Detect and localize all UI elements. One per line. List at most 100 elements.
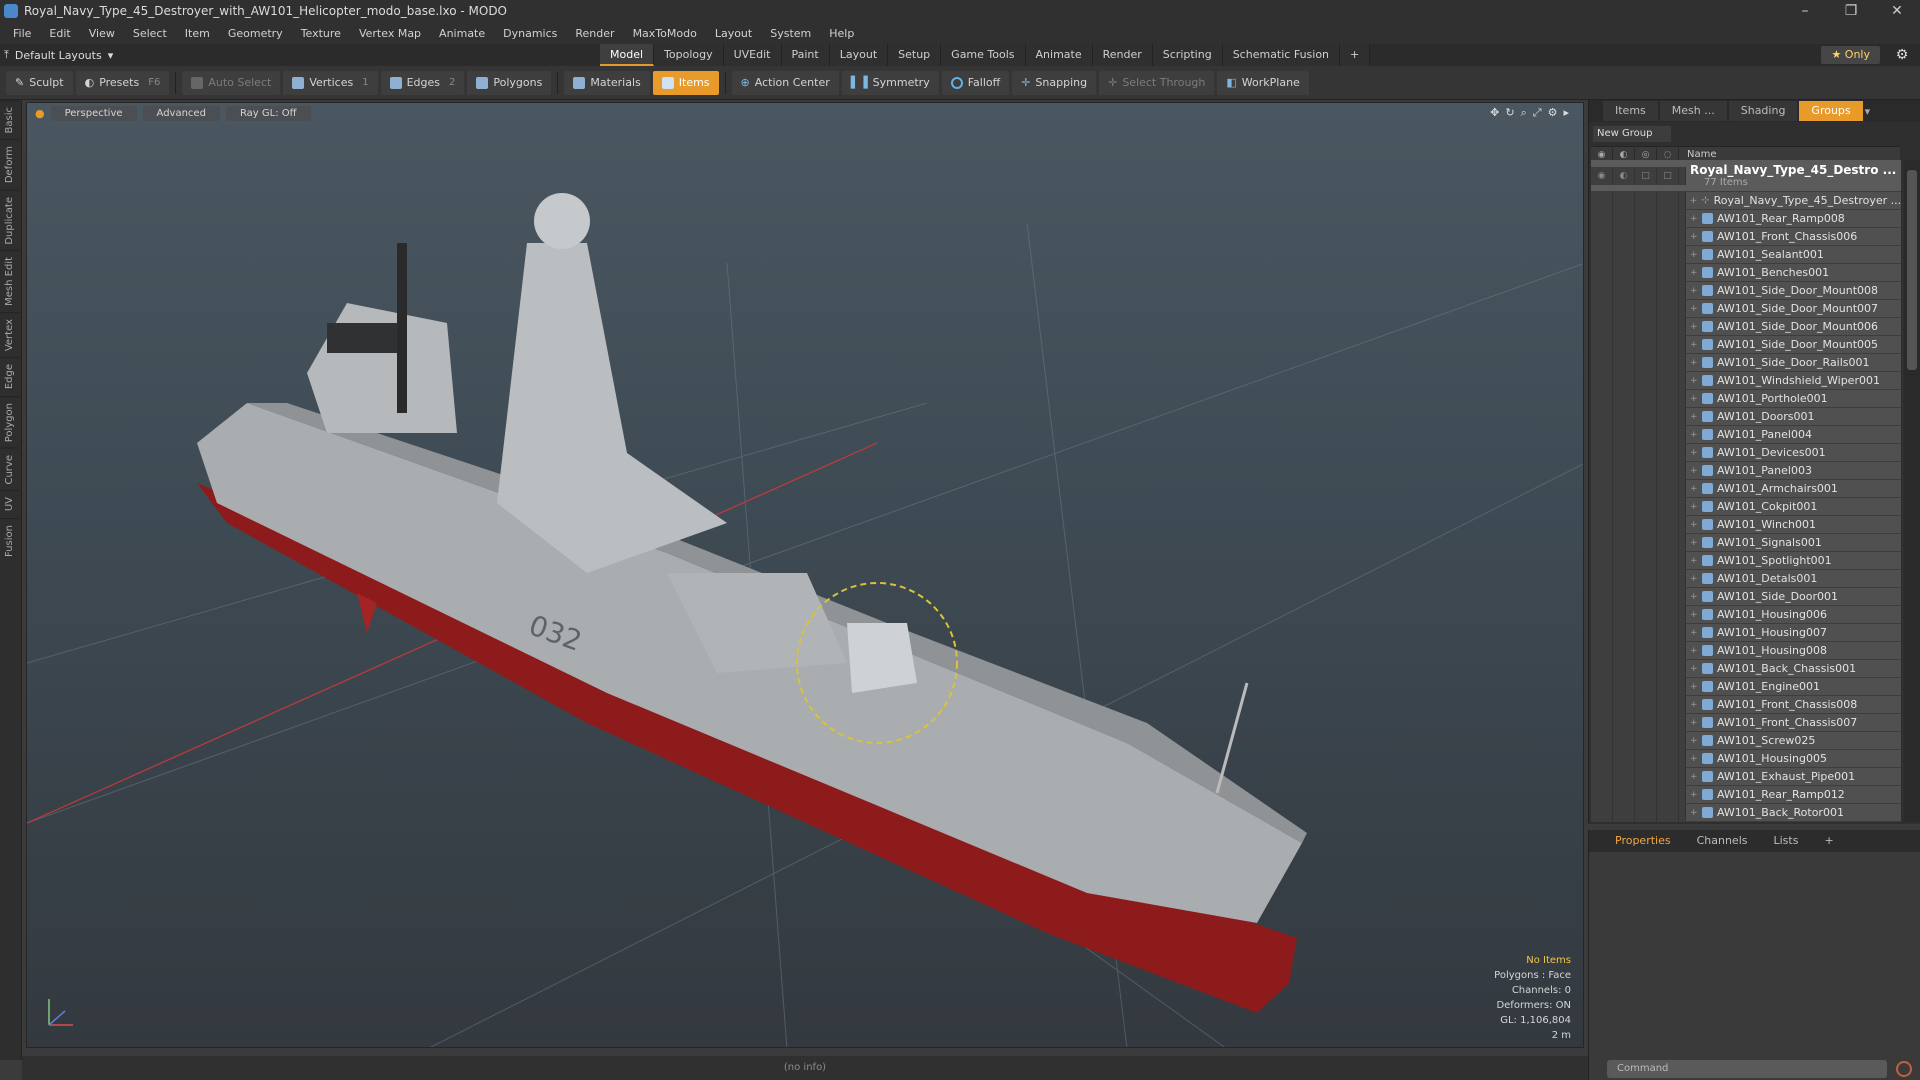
default-layouts-dropdown[interactable]: ⤒ Default Layouts ▾ (0, 48, 600, 62)
expand-icon[interactable]: + (1690, 736, 1698, 746)
list-item[interactable]: + AW101_Panel004 (1591, 425, 1901, 444)
menu-geometry[interactable]: Geometry (219, 27, 292, 40)
only-toggle[interactable]: ★ Only (1821, 46, 1880, 64)
menu-view[interactable]: View (80, 27, 124, 40)
tab-deform[interactable]: Deform (0, 139, 19, 190)
expand-icon[interactable]: + (1690, 502, 1698, 512)
sculpt-button[interactable]: ✎ Sculpt (6, 70, 73, 95)
expand-icon[interactable]: + (1690, 808, 1698, 818)
tab-model[interactable]: Model (600, 44, 655, 66)
expand-icon[interactable]: + (1690, 538, 1698, 548)
gear-icon[interactable]: ⚙ (1892, 46, 1912, 64)
menu-layout[interactable]: Layout (706, 27, 761, 40)
3d-viewport[interactable]: 032 ● Perspective Advanced Ray GL: Off ✥… (26, 102, 1584, 1048)
tab-mesh-edit[interactable]: Mesh Edit (0, 250, 19, 313)
name-column-header[interactable]: Name (1679, 149, 1717, 160)
tab-paint[interactable]: Paint (781, 44, 830, 66)
tab-animate[interactable]: Animate (1025, 44, 1093, 66)
tab-channels[interactable]: Channels (1685, 831, 1760, 851)
list-item[interactable]: + AW101_Front_Chassis008 (1591, 695, 1901, 714)
expand-icon[interactable]: + (1690, 574, 1698, 584)
expand-icon[interactable]: + (1690, 268, 1698, 278)
list-item[interactable]: + AW101_Housing005 (1591, 749, 1901, 768)
expand-icon[interactable]: + (1690, 412, 1698, 422)
tab-topology[interactable]: Topology (654, 44, 724, 66)
expand-icon[interactable]: + (1690, 304, 1698, 314)
items-button[interactable]: Items (652, 70, 719, 95)
new-group-button[interactable]: New Group (1593, 126, 1671, 142)
list-item[interactable]: + AW101_Windshield_Wiper001 (1591, 371, 1901, 390)
expand-icon[interactable]: + (1690, 628, 1698, 638)
expand-icon[interactable]: + (1690, 772, 1698, 782)
tab-vertex[interactable]: Vertex (0, 312, 19, 358)
list-item[interactable]: + AW101_Panel003 (1591, 461, 1901, 480)
list-item[interactable]: + AW101_Front_Chassis007 (1591, 713, 1901, 732)
tab-layout[interactable]: Layout (829, 44, 889, 66)
visibility-icon[interactable]: ◉ (1591, 166, 1613, 185)
list-item[interactable]: + AW101_Side_Door001 (1591, 587, 1901, 606)
workplane-button[interactable]: ◧ WorkPlane (1217, 70, 1309, 95)
list-item[interactable]: + AW101_Exhaust_Pipe001 (1591, 767, 1901, 786)
list-item[interactable]: + AW101_Devices001 (1591, 443, 1901, 462)
tab-groups[interactable]: Groups (1799, 101, 1863, 121)
command-input[interactable]: Command (1607, 1060, 1887, 1078)
tab-polygon[interactable]: Polygon (0, 395, 19, 448)
expand-icon[interactable]: + (1690, 322, 1698, 332)
tab-mesh[interactable]: Mesh ... (1659, 101, 1727, 121)
expand-icon[interactable]: + (1690, 664, 1698, 674)
list-item[interactable]: + AW101_Sealant001 (1591, 245, 1901, 264)
list-item[interactable]: + AW101_Side_Door_Mount006 (1591, 317, 1901, 336)
list-item[interactable]: + AW101_Armchairs001 (1591, 479, 1901, 498)
expand-icon[interactable]: + (1690, 754, 1698, 764)
rotate-view-icon[interactable]: ↻ (1505, 106, 1514, 120)
tab-uv[interactable]: UV (0, 490, 19, 518)
maximize-button[interactable]: ❐ (1828, 0, 1874, 22)
add-tab-button[interactable]: + (1340, 44, 1371, 66)
expand-icon[interactable]: + (1690, 466, 1698, 476)
expand-icon[interactable]: + (1690, 286, 1698, 296)
menu-help[interactable]: Help (820, 27, 863, 40)
list-item[interactable]: + AW101_Cokpit001 (1591, 497, 1901, 516)
expand-icon[interactable]: + (1690, 196, 1698, 206)
tab-properties[interactable]: Properties (1603, 831, 1683, 851)
auto-select-button[interactable]: Auto Select (182, 70, 281, 95)
add-panel-tab-button[interactable]: + (1812, 831, 1845, 851)
list-item[interactable]: + AW101_Side_Door_Mount008 (1591, 281, 1901, 300)
expand-icon[interactable]: + (1690, 682, 1698, 692)
snapping-button[interactable]: ✛ Snapping (1012, 70, 1097, 95)
menu-select[interactable]: Select (124, 27, 176, 40)
minimize-button[interactable]: – (1782, 0, 1828, 22)
select-through-button[interactable]: ✛ Select Through (1099, 70, 1215, 95)
list-item[interactable]: + AW101_Benches001 (1591, 263, 1901, 282)
menu-texture[interactable]: Texture (292, 27, 350, 40)
expand-icon[interactable]: + (1690, 646, 1698, 656)
shading-dropdown[interactable]: Advanced (142, 105, 220, 121)
group-list-scrollbar[interactable] (1904, 160, 1920, 822)
list-item[interactable]: + AW101_Housing006 (1591, 605, 1901, 624)
expand-icon[interactable]: + (1690, 358, 1698, 368)
group-root-row[interactable]: ◉ ◐ □ □ Royal_Navy_Type_45_Destro ... 77 It… (1591, 160, 1901, 192)
menu-maxtomodo[interactable]: MaxToModo (624, 27, 706, 40)
expand-icon[interactable]: + (1690, 250, 1698, 260)
expand-icon[interactable]: + (1690, 484, 1698, 494)
expand-icon[interactable]: + (1690, 718, 1698, 728)
list-item[interactable]: + AW101_Spotlight001 (1591, 551, 1901, 570)
tab-edge[interactable]: Edge (0, 357, 19, 396)
vertices-button[interactable]: Vertices 1 (283, 70, 378, 95)
list-item[interactable]: + AW101_Winch001 (1591, 515, 1901, 534)
expand-icon[interactable]: + (1690, 700, 1698, 710)
list-item[interactable]: + AW101_Front_Chassis006 (1591, 227, 1901, 246)
expand-icon[interactable]: + (1690, 520, 1698, 530)
command-history-icon[interactable] (1896, 1061, 1912, 1077)
expand-icon[interactable]: + (1690, 556, 1698, 566)
scrollbar-thumb[interactable] (1907, 170, 1917, 370)
list-item[interactable]: + AW101_Side_Door_Mount007 (1591, 299, 1901, 318)
menu-vertex-map[interactable]: Vertex Map (350, 27, 430, 40)
menu-render[interactable]: Render (566, 27, 623, 40)
chevron-down-icon[interactable]: ▾ (1865, 105, 1871, 118)
tab-schematic-fusion[interactable]: Schematic Fusion (1222, 44, 1341, 66)
action-center-button[interactable]: ⊕ Action Center (731, 70, 839, 95)
expand-icon[interactable]: + (1690, 448, 1698, 458)
menu-system[interactable]: System (761, 27, 820, 40)
raygl-toggle[interactable]: Ray GL: Off (225, 105, 311, 121)
